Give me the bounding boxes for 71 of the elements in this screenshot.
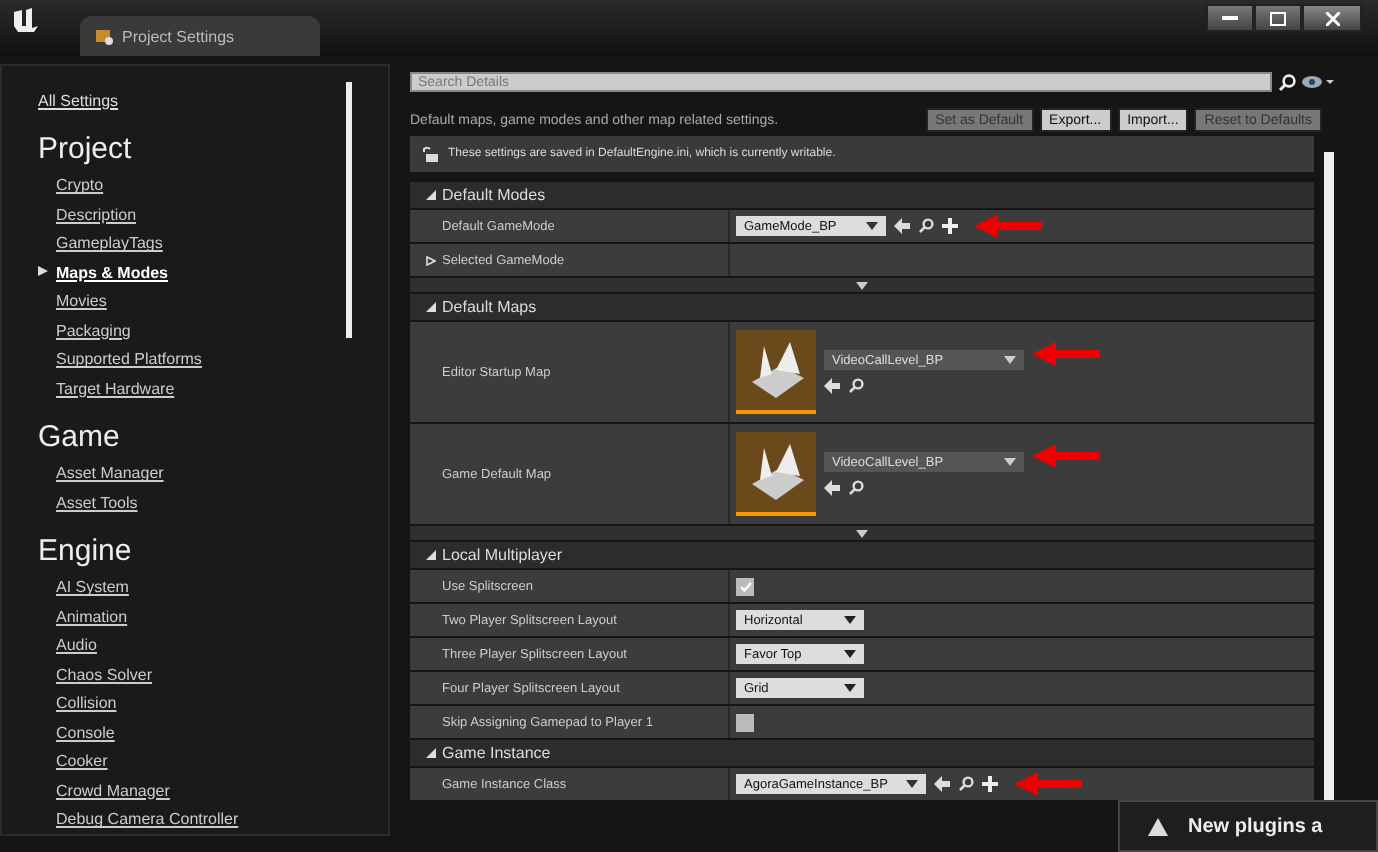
caret-icon: [1004, 356, 1016, 364]
all-settings-link[interactable]: All Settings: [38, 86, 388, 115]
selected-arrow-icon: [38, 265, 48, 276]
map-thumbnail: [736, 432, 816, 516]
maximize-icon: [1270, 11, 1286, 25]
lock-icon: [422, 146, 438, 162]
settings-link[interactable]: GameplayTags: [38, 229, 163, 258]
checkbox[interactable]: [736, 713, 754, 731]
search-icon[interactable]: [848, 480, 864, 496]
collapse-arrow-icon: [426, 302, 436, 312]
settings-link[interactable]: Crypto: [38, 171, 104, 200]
minimize-button[interactable]: [1206, 4, 1254, 32]
caret-icon: [844, 684, 856, 692]
pointer-arrow-icon: [1014, 772, 1082, 796]
category-heading: Engine: [38, 533, 134, 567]
engine-logo-icon: [12, 8, 40, 32]
settings-link[interactable]: Asset Manager: [38, 459, 164, 488]
collapse-arrow-icon: [426, 550, 436, 560]
settings-link[interactable]: Movies: [38, 287, 107, 316]
warning-icon: [1148, 817, 1168, 835]
collapse-arrow-icon: [426, 748, 436, 758]
project-settings-tab[interactable]: Project Settings: [80, 16, 320, 56]
search-icon[interactable]: [918, 218, 934, 234]
caret-icon: [856, 281, 868, 289]
caret-icon: [906, 780, 918, 788]
maximize-button[interactable]: [1254, 4, 1302, 32]
pointer-arrow-icon: [1032, 342, 1100, 366]
settings-link[interactable]: Console: [38, 718, 115, 747]
section-header[interactable]: Default Modes: [410, 182, 1314, 208]
minimize-icon: [1222, 16, 1238, 20]
expand-arrow-icon: [426, 255, 436, 265]
search-icon[interactable]: [1278, 73, 1296, 91]
pointer-arrow-icon: [1032, 444, 1100, 468]
settings-link[interactable]: Maps & Modes: [38, 258, 169, 287]
search-icon[interactable]: [848, 378, 864, 394]
section-header[interactable]: Game Instance: [410, 740, 1314, 766]
settings-link[interactable]: Chaos Solver: [38, 660, 153, 689]
notification-text: New plugins a: [1188, 815, 1323, 837]
close-icon: [1325, 11, 1339, 25]
settings-icon: [96, 27, 114, 45]
settings-link[interactable]: Audio: [38, 631, 97, 660]
map-thumbnail: [736, 330, 816, 414]
settings-link[interactable]: Supported Platforms: [38, 345, 202, 374]
settings-link[interactable]: Packaging: [38, 316, 131, 345]
section-header[interactable]: Local Multiplayer: [410, 542, 1314, 568]
close-button[interactable]: [1302, 4, 1362, 32]
plus-icon[interactable]: [942, 218, 958, 234]
caret-icon: [866, 222, 878, 230]
collapse-arrow-icon: [426, 190, 436, 200]
settings-link[interactable]: Animation: [38, 602, 128, 631]
settings-link[interactable]: AI System: [38, 573, 129, 602]
plus-icon[interactable]: [982, 776, 998, 792]
settings-link[interactable]: Collision: [38, 689, 117, 718]
settings-link[interactable]: Description: [38, 200, 137, 229]
settings-link[interactable]: Cooker: [38, 747, 108, 776]
checkbox[interactable]: [736, 577, 754, 595]
settings-link[interactable]: Asset Tools: [38, 488, 138, 517]
eye-icon[interactable]: [1302, 74, 1334, 90]
caret-icon: [856, 529, 868, 537]
settings-link[interactable]: Debug Camera Controller: [38, 805, 239, 834]
section-header[interactable]: Default Maps: [410, 294, 1314, 320]
category-heading: Game: [38, 419, 122, 453]
search-icon[interactable]: [958, 776, 974, 792]
checkmark-icon: [739, 581, 751, 591]
category-heading: Project: [38, 131, 134, 165]
pointer-arrow-icon: [974, 214, 1042, 238]
settings-link[interactable]: Crowd Manager: [38, 776, 170, 805]
caret-icon: [844, 650, 856, 658]
settings-link[interactable]: Target Hardware: [38, 374, 175, 403]
caret-icon: [844, 616, 856, 624]
caret-icon: [1004, 458, 1016, 466]
